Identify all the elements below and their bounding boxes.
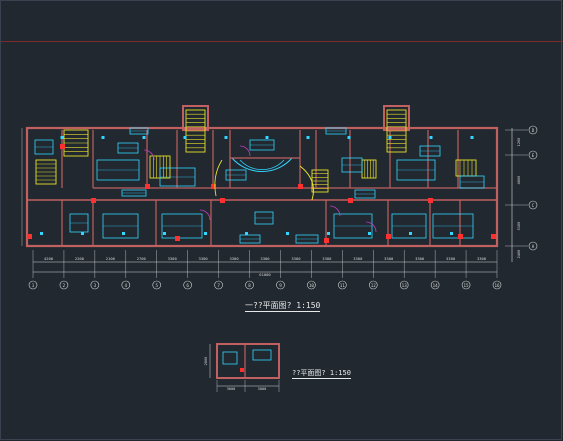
detail-plan-title: ??平面图? 1:150: [292, 369, 351, 379]
fixture-dot-9: [224, 136, 228, 139]
fixture-dot-16: [368, 232, 371, 235]
grid-label-15: 16: [494, 283, 500, 288]
column-marker-5: [348, 198, 353, 203]
detail-furniture-left: [222, 351, 238, 365]
dim-text-5: 3300: [199, 256, 209, 261]
dim-text-13: 3300: [446, 256, 456, 261]
grid-label-7: 8: [248, 283, 251, 288]
detail-side-dim-text: 2800: [204, 357, 208, 366]
grid-label-9: 10: [309, 283, 315, 288]
dim-text-10: 3300: [353, 256, 363, 261]
fixture-dot-4: [122, 232, 125, 235]
grid-label-4: 5: [155, 283, 158, 288]
fixture-dot-13: [306, 136, 310, 139]
column-marker-11: [220, 198, 225, 203]
stair-right-mid: [361, 159, 377, 179]
door-swing-1: [329, 205, 341, 217]
column-marker-10: [324, 238, 329, 243]
dim-text-3: 2700: [137, 256, 147, 261]
dim-text-8: 3300: [291, 256, 301, 261]
right-dim-text-3: 2400: [517, 250, 521, 259]
floor-plan-drawing: 1 4200 2 2200 3 2100 4 2700 5 3300 6 3300 7 3300 8 3300…: [21, 105, 538, 392]
dim-text-14: 3300: [477, 256, 487, 261]
fixture-dot-10: [245, 232, 248, 235]
detail-furniture-right: [252, 349, 272, 361]
column-marker-2: [145, 184, 150, 189]
column-marker-7: [428, 198, 433, 203]
door-swing-2: [365, 221, 377, 233]
detail-outline: [216, 343, 280, 379]
door-swing-4: [239, 145, 251, 157]
cad-drawing-canvas: 1 4200 2 2200 3 2100 4 2700 5 3300 6 3300 7 3300 8 3300…: [0, 0, 563, 441]
fixture-dot-1: [60, 136, 64, 139]
fixture-dot-20: [450, 232, 453, 235]
grid-label-11: 12: [371, 283, 377, 288]
grid-label-5: 6: [186, 283, 189, 288]
stair-east: [455, 159, 477, 177]
dim-text-11: 3300: [384, 256, 394, 261]
curved-stair-left: [214, 159, 223, 197]
fixture-dot-7: [183, 136, 187, 139]
grid-label-1: 2: [63, 283, 66, 288]
dim-text-overall: 61000: [259, 272, 271, 277]
fixture-dot-12: [286, 232, 289, 235]
detail-dim-text-1: 3000: [258, 387, 267, 391]
door-swing-3: [143, 149, 155, 161]
column-marker-8: [458, 234, 463, 239]
curved-stair-right: [299, 165, 314, 201]
fixture-dot-18: [409, 232, 412, 235]
dim-text-0: 4200: [44, 256, 54, 261]
grid-label-14: 15: [464, 283, 470, 288]
grid-label-0: 1: [32, 283, 35, 288]
ground-floor-title: 一??平面图? 1:150: [245, 301, 321, 312]
detail-dim-text-0: 3600: [227, 387, 236, 391]
fixture-dot-5: [142, 136, 146, 139]
fixture-dot-11: [265, 136, 269, 139]
door-swing-0: [199, 209, 211, 221]
column-marker-0: [60, 144, 65, 149]
column-marker-4: [298, 184, 303, 189]
fixture-dot-0: [40, 232, 43, 235]
right-dim-text-0: 1200: [517, 138, 521, 147]
dim-text-4: 3300: [168, 256, 178, 261]
detail-marker: [240, 368, 244, 372]
column-marker-6: [386, 234, 391, 239]
fixture-dot-14: [327, 232, 330, 235]
fixture-dot-6: [163, 232, 166, 235]
column-marker-1: [91, 198, 96, 203]
fixture-dot-19: [429, 136, 433, 139]
column-marker-9: [175, 236, 180, 241]
row-label-3: A: [532, 244, 535, 249]
grid-label-6: 7: [217, 283, 220, 288]
column-marker-12: [27, 234, 32, 239]
fixture-dot-17: [388, 136, 392, 139]
row-label-2: C: [532, 203, 535, 208]
grid-label-8: 9: [279, 283, 282, 288]
right-dim-text-1: 4800: [517, 176, 521, 185]
grid-label-3: 4: [125, 283, 128, 288]
grid-label-13: 14: [433, 283, 439, 288]
grid-label-2: 3: [94, 283, 97, 288]
dim-text-6: 3300: [229, 256, 239, 261]
row-label-1: E: [532, 153, 535, 158]
fixture-dot-3: [101, 136, 105, 139]
fixture-dot-8: [204, 232, 207, 235]
fixture-dot-15: [347, 136, 351, 139]
dim-text-2: 2100: [106, 256, 116, 261]
grid-label-10: 11: [340, 283, 346, 288]
row-label-0: D: [532, 128, 535, 133]
dim-text-12: 3300: [415, 256, 425, 261]
dim-text-1: 2200: [75, 256, 85, 261]
fixture-dot-2: [81, 232, 84, 235]
dim-text-7: 3300: [260, 256, 270, 261]
right-dim-text-2: 5100: [517, 222, 521, 231]
dim-text-9: 3300: [322, 256, 332, 261]
grid-label-12: 13: [402, 283, 408, 288]
column-marker-13: [491, 234, 496, 239]
fixture-dot-21: [470, 136, 474, 139]
